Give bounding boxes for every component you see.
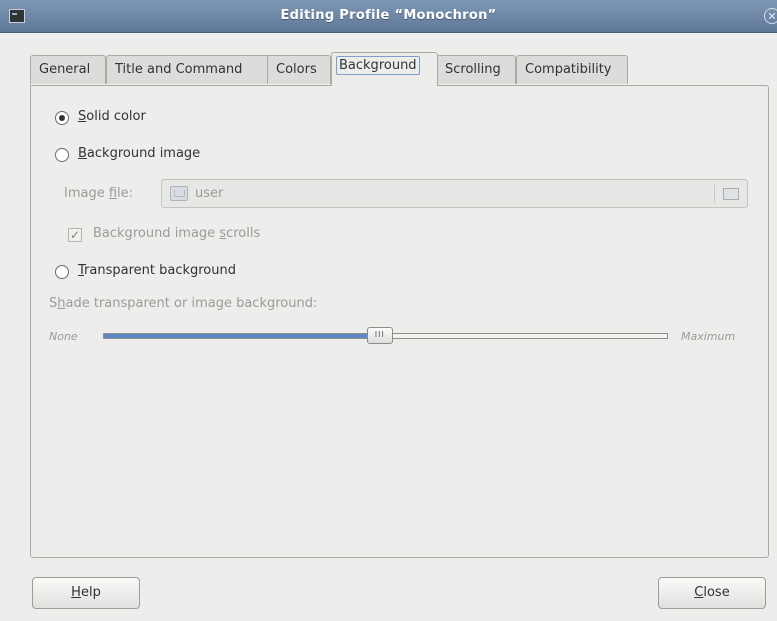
solid-color-radio[interactable] [55, 111, 69, 125]
image-file-chooser[interactable]: user [161, 179, 748, 208]
folder-browse-icon [723, 188, 739, 200]
shade-slider-handle[interactable]: III [366, 327, 393, 344]
window-title: Editing Profile “Monochron” [280, 8, 497, 23]
tab-compatibility[interactable]: Compatibility [516, 55, 628, 84]
tab-scrolling[interactable]: Scrolling [436, 55, 516, 84]
slider-max-label: Maximum [681, 330, 736, 343]
slider-min-label: None [49, 330, 78, 343]
background-image-radio[interactable] [55, 148, 69, 162]
solid-color-label[interactable]: Solid color [78, 109, 146, 124]
image-file-label: Image file: [64, 186, 134, 201]
background-scrolls-checkbox[interactable]: ✓ [68, 228, 82, 242]
close-button[interactable]: Close [658, 577, 766, 609]
tab-general[interactable]: General [30, 55, 106, 84]
transparent-background-radio[interactable] [55, 265, 69, 279]
shade-label: Shade transparent or image background: [49, 296, 318, 311]
separator [714, 185, 715, 203]
tab-colors[interactable]: Colors [267, 55, 331, 84]
tab-background[interactable]: Background [331, 52, 438, 86]
close-window-icon[interactable]: ✕ [764, 8, 777, 24]
home-folder-icon [170, 186, 188, 201]
title-bar: Editing Profile “Monochron” ✕ [0, 0, 777, 33]
background-scrolls-label[interactable]: Background image scrolls [93, 226, 260, 241]
shade-slider-fill [104, 334, 380, 338]
image-file-value: user [195, 186, 224, 201]
background-image-label[interactable]: Background image [78, 146, 200, 161]
transparent-background-label[interactable]: Transparent background [78, 263, 236, 278]
help-button[interactable]: Help [32, 577, 140, 609]
